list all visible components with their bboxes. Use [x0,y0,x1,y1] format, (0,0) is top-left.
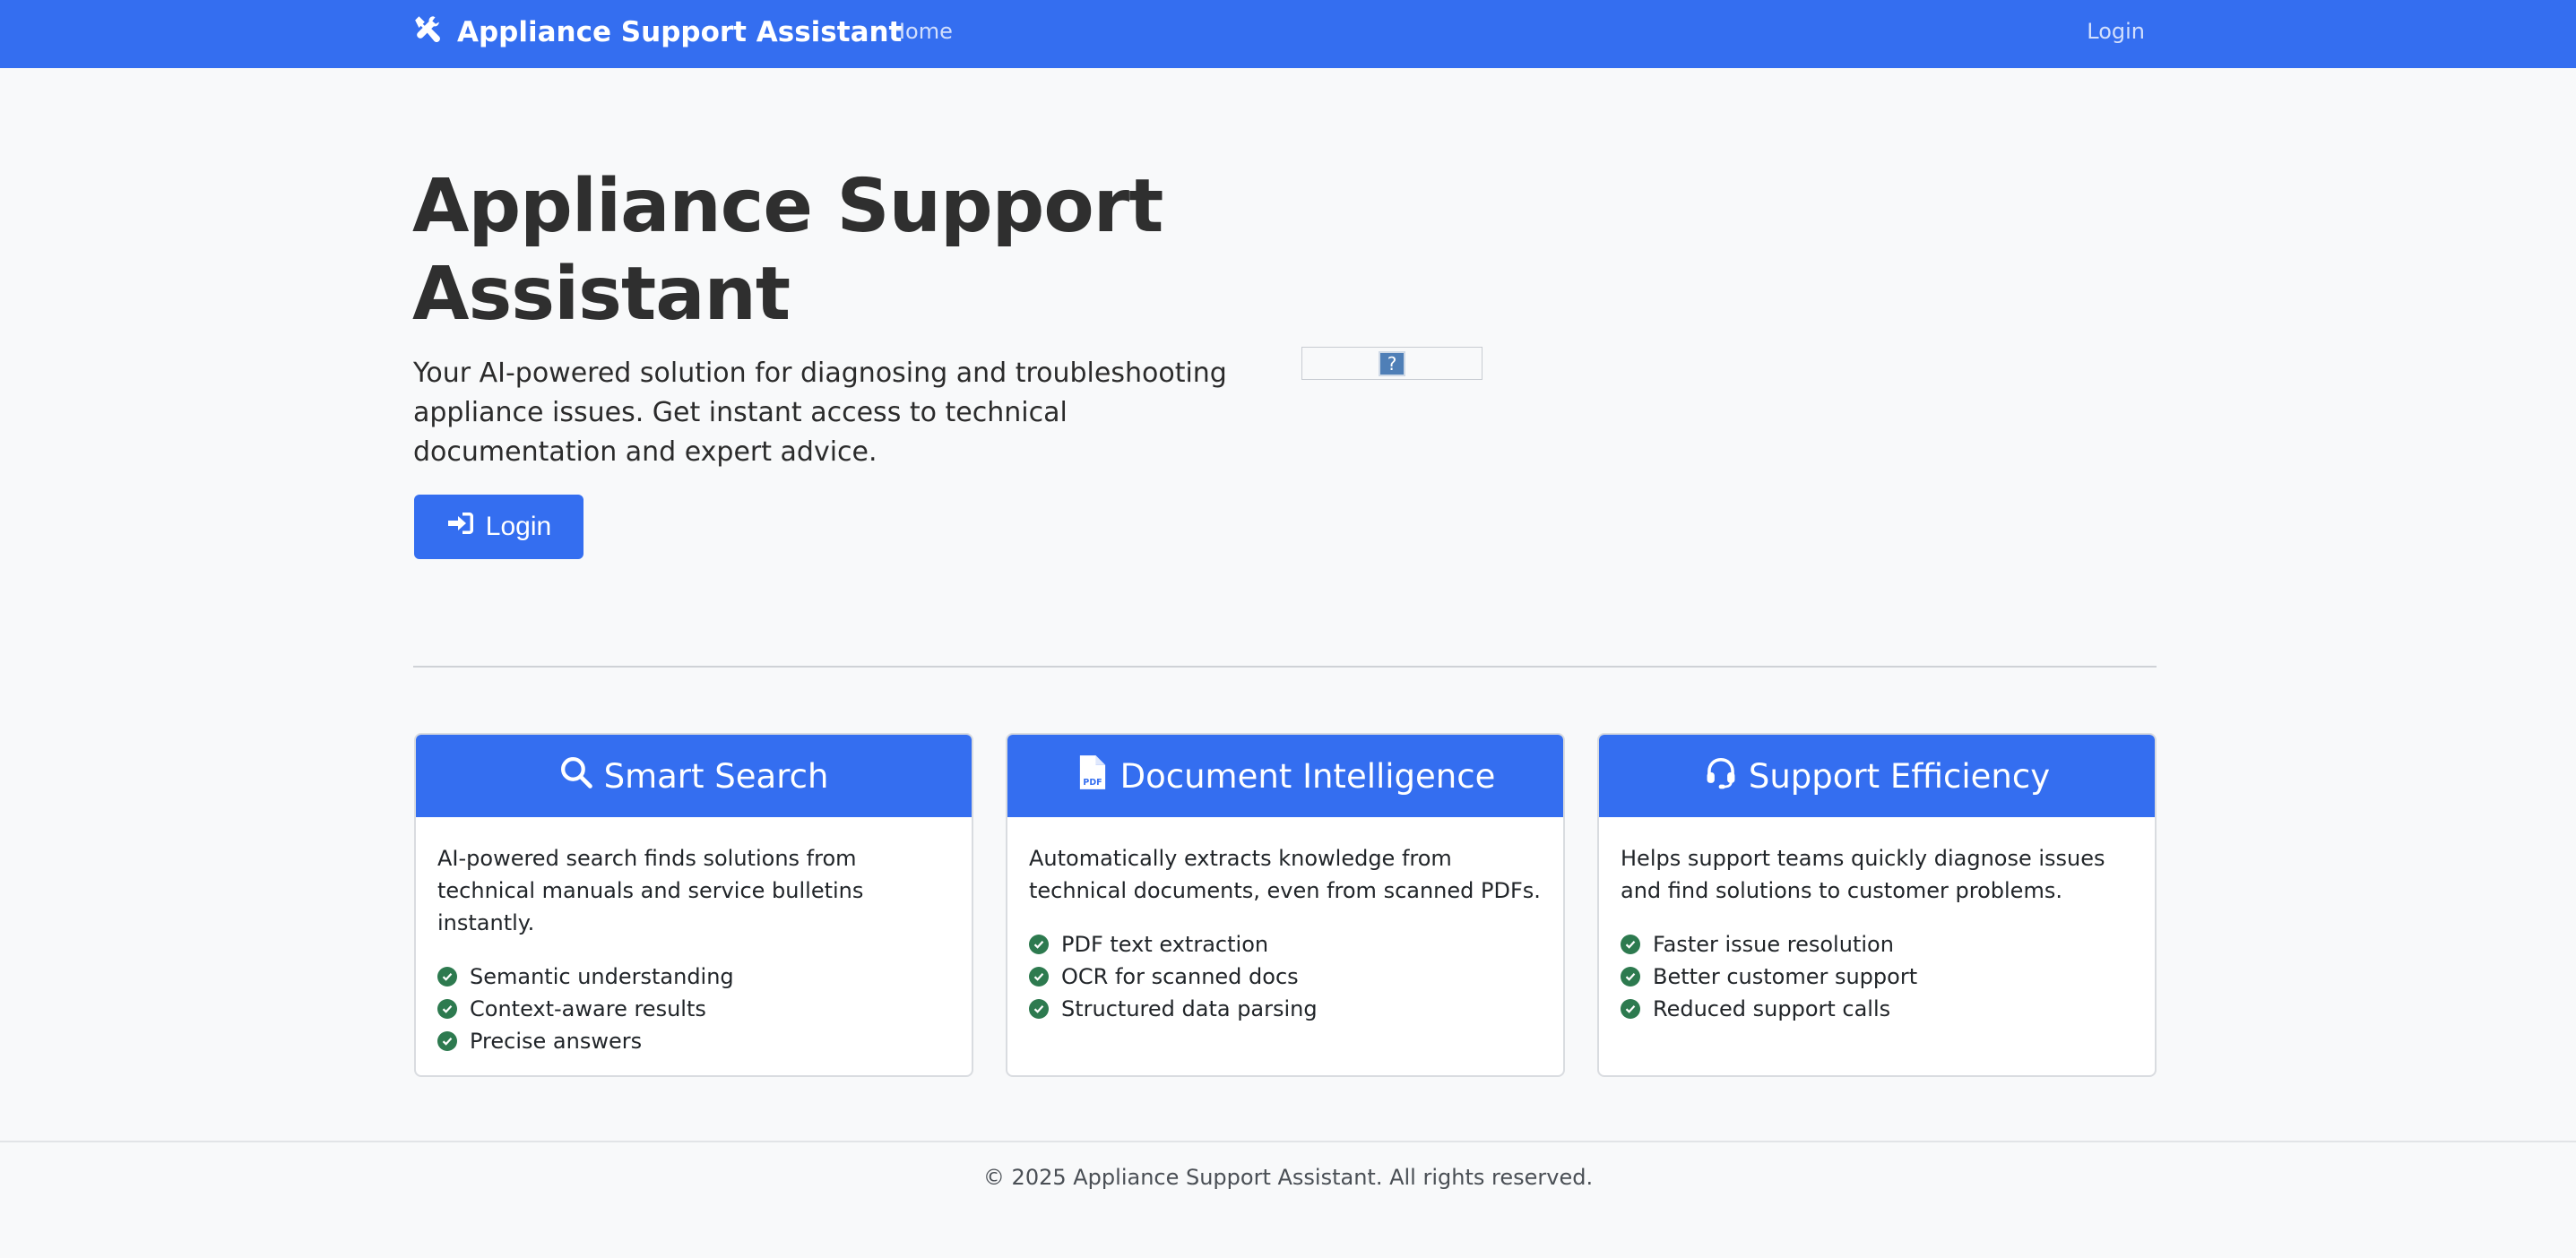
check-circle-icon [1621,967,1640,987]
brand-text: Appliance Support Assistant [457,16,903,48]
feature-card-document-intelligence: PDF Document Intelligence Automatically … [1006,733,1565,1077]
check-circle-icon [1029,999,1049,1019]
footer-divider [0,1141,2576,1142]
card-description: Helps support teams quickly diagnose iss… [1621,846,2105,903]
feature-list: Semantic understanding Context-aware res… [437,961,950,1057]
search-icon [559,754,593,798]
list-item: PDF text extraction [1029,928,1542,961]
file-pdf-icon: PDF [1076,754,1110,798]
headset-icon [1704,754,1738,798]
tools-icon [412,13,443,51]
feature-card-smart-search: Smart Search AI-powered search finds sol… [414,733,973,1077]
nav-login-link[interactable]: Login [2087,0,2145,63]
hero-login-button[interactable]: Login [414,495,583,559]
list-item-label: Faster issue resolution [1653,932,1894,957]
navbar: Appliance Support Assistant Home Login [0,0,2576,68]
card-header: PDF Document Intelligence [1007,735,1563,817]
hero-lead: Your AI-powered solution for diagnosing … [413,358,1227,468]
list-item: Structured data parsing [1029,993,1542,1025]
card-title: Support Efficiency [1748,756,2051,796]
list-item-label: Better customer support [1653,964,1918,989]
check-circle-icon [437,967,457,987]
check-circle-icon [437,1031,457,1051]
hero-title: Appliance Support Assistant [412,164,1163,337]
list-item-label: Reduced support calls [1653,996,1891,1021]
card-description: Automatically extracts knowledge from te… [1029,846,1541,903]
card-header: Smart Search [416,735,972,817]
check-circle-icon [437,999,457,1019]
section-divider [413,666,2157,668]
card-title: Smart Search [603,756,829,796]
hero-image-broken: ? [1301,347,1482,380]
list-item: Precise answers [437,1025,950,1057]
sign-in-icon [446,509,475,545]
footer-copyright: © 2025 Appliance Support Assistant. All … [982,1165,1594,1190]
feature-card-support-efficiency: Support Efficiency Helps support teams q… [1597,733,2157,1077]
list-item: Context-aware results [437,993,950,1025]
list-item-label: OCR for scanned docs [1061,964,1299,989]
check-circle-icon [1621,999,1640,1019]
hero-login-label: Login [485,512,552,541]
check-circle-icon [1621,935,1640,954]
list-item-label: Structured data parsing [1061,996,1318,1021]
card-title: Document Intelligence [1119,756,1496,796]
card-description: AI-powered search finds solutions from t… [437,846,864,935]
broken-image-icon: ? [1379,351,1405,376]
feature-list: Faster issue resolution Better customer … [1621,928,2133,1025]
list-item: OCR for scanned docs [1029,961,1542,993]
brand-link[interactable]: Appliance Support Assistant [412,0,902,65]
check-circle-icon [1029,967,1049,987]
list-item-label: Precise answers [470,1029,643,1054]
feature-list: PDF text extraction OCR for scanned docs… [1029,928,1542,1025]
list-item-label: PDF text extraction [1061,932,1269,957]
card-header: Support Efficiency [1599,735,2155,817]
list-item-label: Context-aware results [470,996,706,1021]
list-item-label: Semantic understanding [470,964,734,989]
check-circle-icon [1029,935,1049,954]
list-item: Semantic understanding [437,961,950,993]
svg-text:PDF: PDF [1083,778,1102,788]
list-item: Better customer support [1621,961,2133,993]
list-item: Faster issue resolution [1621,928,2133,961]
list-item: Reduced support calls [1621,993,2133,1025]
nav-home-link[interactable]: Home [889,0,953,63]
